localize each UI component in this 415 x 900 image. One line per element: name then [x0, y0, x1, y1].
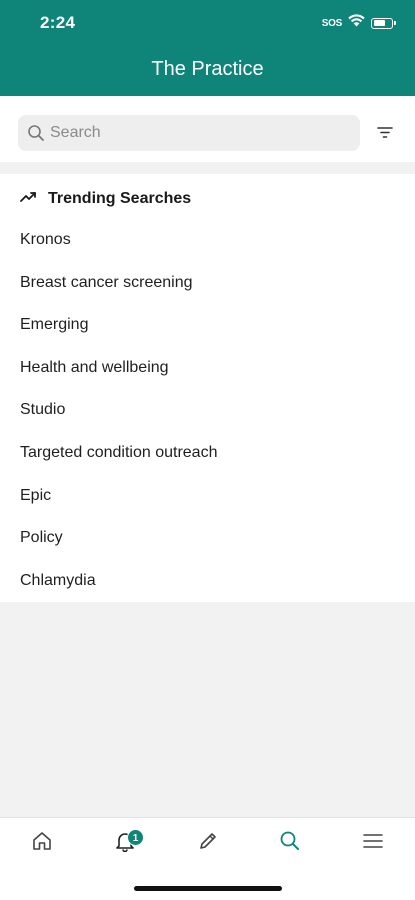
nav-search[interactable]: [270, 826, 310, 860]
nav-home[interactable]: [22, 826, 62, 860]
battery-level: [373, 20, 386, 26]
trending-item[interactable]: Breast cancer screening: [0, 262, 415, 305]
trending-section: Trending Searches Kronos Breast cancer s…: [0, 174, 415, 602]
status-icons: SOS: [321, 14, 396, 32]
status-time: 2:24: [40, 13, 76, 32]
trending-header: Trending Searches: [20, 188, 191, 210]
trending-title: Trending Searches: [48, 190, 192, 207]
trending-item[interactable]: Health and wellbeing: [0, 347, 415, 390]
trending-item[interactable]: Emerging: [0, 304, 415, 347]
trending-item[interactable]: Chlamydia: [0, 560, 415, 603]
trending-up-icon: [20, 190, 38, 208]
search-input[interactable]: [50, 124, 340, 142]
menu-icon: [362, 832, 384, 855]
app-header: 2:24 SOS The Practice: [0, 0, 415, 96]
search-box[interactable]: [18, 115, 360, 151]
home-indicator[interactable]: [134, 886, 282, 891]
home-icon: [31, 830, 53, 857]
trending-item[interactable]: Studio: [0, 389, 415, 432]
search-icon: [279, 830, 301, 857]
filter-button[interactable]: [374, 125, 396, 143]
nav-compose[interactable]: [188, 826, 228, 860]
trending-list: Kronos Breast cancer screening Emerging …: [0, 219, 415, 602]
status-bar: 2:24 SOS: [0, 0, 415, 46]
battery-icon: [371, 17, 396, 29]
sos-indicator: SOS: [321, 17, 343, 29]
trending-item[interactable]: Policy: [0, 517, 415, 560]
search-icon: [27, 124, 45, 142]
trending-item[interactable]: Kronos: [0, 219, 415, 262]
search-section: [0, 96, 415, 162]
trending-item[interactable]: Epic: [0, 475, 415, 518]
pencil-icon: [197, 830, 219, 857]
wifi-icon: [348, 14, 365, 32]
nav-notifications[interactable]: 1: [105, 826, 145, 860]
page-title: The Practice: [151, 58, 264, 80]
notification-badge: 1: [127, 829, 144, 846]
section-divider: [0, 162, 415, 174]
filter-icon: [376, 125, 394, 144]
nav-menu[interactable]: [353, 826, 393, 860]
trending-item[interactable]: Targeted condition outreach: [0, 432, 415, 475]
